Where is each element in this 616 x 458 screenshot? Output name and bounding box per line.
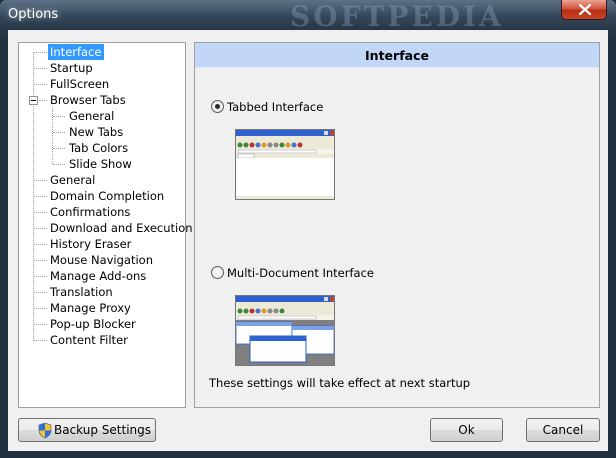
cancel-button[interactable]: Cancel [526, 418, 600, 442]
tree-line [53, 164, 65, 165]
tree-item-tabs-general[interactable]: General [67, 108, 116, 124]
tree-item-manage-addons[interactable]: Manage Add-ons [48, 268, 148, 284]
window-title: Options [8, 7, 59, 22]
multi-document-radio[interactable] [211, 266, 224, 279]
tree-line [53, 148, 65, 149]
tree-line [34, 196, 47, 197]
options-window: SOFTPEDIA Options Interface Startup Full… [0, 0, 616, 458]
tree-line [34, 340, 47, 341]
ok-label: Ok [458, 423, 475, 437]
ok-button[interactable]: Ok [430, 418, 503, 442]
multi-document-label: Multi-Document Interface [227, 266, 374, 280]
tree-item-content-filter[interactable]: Content Filter [48, 332, 130, 348]
tree-item-history-eraser[interactable]: History Eraser [48, 236, 133, 252]
tabbed-preview-image [236, 130, 334, 199]
tree-line [53, 132, 65, 133]
tree-line [34, 228, 47, 229]
tree-line [34, 260, 47, 261]
tree-item-fullscreen[interactable]: FullScreen [48, 76, 111, 92]
tree-line [34, 276, 47, 277]
multi-document-preview [235, 295, 335, 366]
options-tree[interactable]: Interface Startup FullScreen Browser Tab… [18, 42, 193, 408]
dialog-client-area: Interface Startup FullScreen Browser Tab… [8, 30, 608, 451]
tree-item-popup-blocker[interactable]: Pop-up Blocker [48, 316, 138, 332]
tree-line [53, 116, 65, 117]
backup-settings-button[interactable]: Backup Settings [18, 418, 156, 442]
tree-item-slide-show[interactable]: Slide Show [67, 156, 134, 172]
tree-line [34, 84, 47, 85]
tree-line [34, 324, 47, 325]
mdi-preview-image [236, 296, 334, 365]
settings-panel: Interface Tabbed Interface Multi-Documen… [194, 42, 600, 408]
tree-line [34, 292, 47, 293]
tabbed-interface-radio[interactable] [211, 100, 224, 113]
tree-item-general[interactable]: General [48, 172, 97, 188]
tree-item-mouse-navigation[interactable]: Mouse Navigation [48, 252, 155, 268]
panel-title: Interface [195, 43, 599, 68]
close-button[interactable] [561, 0, 607, 20]
tree-line [34, 52, 47, 53]
tree-item-domain-completion[interactable]: Domain Completion [48, 188, 166, 204]
tree-item-new-tabs[interactable]: New Tabs [67, 124, 125, 140]
collapse-icon[interactable] [29, 96, 38, 105]
restart-note: These settings will take effect at next … [209, 376, 471, 390]
tree-item-tab-colors[interactable]: Tab Colors [67, 140, 130, 156]
tree-line [39, 100, 47, 101]
tabbed-interface-preview [235, 129, 335, 200]
tree-item-download-execution[interactable]: Download and Execution [48, 220, 195, 236]
tree-line [34, 244, 47, 245]
tree-line [34, 308, 47, 309]
tree-item-startup[interactable]: Startup [48, 60, 95, 76]
close-icon [579, 4, 591, 15]
cancel-label: Cancel [542, 423, 584, 437]
tabbed-interface-label: Tabbed Interface [227, 100, 324, 114]
tree-item-confirmations[interactable]: Confirmations [48, 204, 132, 220]
title-bar[interactable]: SOFTPEDIA Options [0, 0, 616, 33]
shield-icon [38, 422, 52, 439]
tree-line [34, 212, 47, 213]
tree-item-translation[interactable]: Translation [48, 284, 115, 300]
watermark: SOFTPEDIA [290, 0, 504, 33]
tree-item-browser-tabs[interactable]: Browser Tabs [48, 92, 128, 108]
tree-line [34, 180, 47, 181]
backup-settings-label: Backup Settings [54, 423, 152, 437]
tree-item-manage-proxy[interactable]: Manage Proxy [48, 300, 133, 316]
tree-line [34, 68, 47, 69]
tree-item-interface[interactable]: Interface [48, 44, 104, 60]
